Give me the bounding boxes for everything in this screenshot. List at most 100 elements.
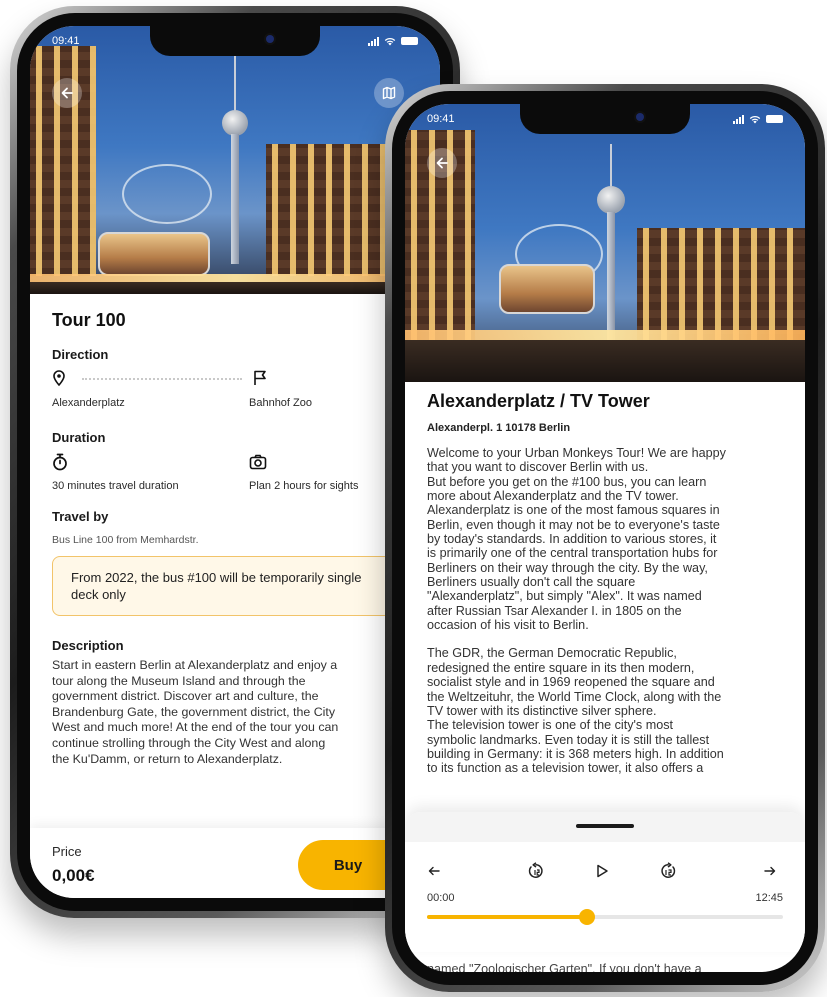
phone-right-screen: 09:41 Alexanderplatz / TV Tower Alexande… [405, 104, 805, 972]
back-arrow-icon [436, 157, 448, 169]
description-line: the Ku'Damm, or return to Alexanderplatz… [52, 751, 283, 766]
paragraph-line: socialist style and in 1969 reopened the… [427, 675, 715, 690]
paragraph-line: Alexanderplatz is one of the most famous… [427, 503, 720, 518]
next-stop-button[interactable] [759, 860, 781, 882]
tower-sphere [597, 186, 625, 214]
paragraph-line: building in Germany: it is 368 meters hi… [427, 746, 724, 761]
description-line: West and much more! At the end of the to… [52, 720, 339, 735]
tower-antenna [234, 56, 236, 116]
direction-to: Bahnhof Zoo [249, 397, 312, 409]
status-time: 09:41 [52, 35, 80, 47]
route-dotted-line [82, 378, 242, 380]
description-label: Description [52, 638, 124, 653]
location-pin-icon [53, 370, 65, 386]
tour-details: Tour 100 Direction Alexanderplatz Bahnho… [30, 310, 440, 767]
paragraph-line: "Alexanderplatz", but simply "Alex". It … [427, 589, 702, 604]
hidden-text-line: named "Zoologischer Garten". If you don'… [427, 962, 702, 972]
paragraph-line: to its function as a television tower, i… [427, 761, 704, 776]
phone-right: 09:41 Alexanderplatz / TV Tower Alexande… [385, 84, 825, 992]
battery-icon [401, 37, 418, 45]
status-icons [733, 114, 783, 124]
duration-sights: Plan 2 hours for sights [249, 480, 359, 492]
paragraph-line: by today's standards. In addition to var… [427, 532, 717, 547]
front-camera [636, 113, 644, 121]
paragraph-line: the Weltzeituhr, the World Time Clock, a… [427, 689, 722, 704]
buy-button-label: Buy [333, 856, 363, 874]
duration-travel: 30 minutes travel duration [52, 480, 179, 492]
back-button[interactable] [52, 78, 82, 108]
hero-image [30, 26, 440, 294]
description-line: government district. Discover art and cu… [52, 689, 319, 704]
signal-icon [368, 36, 379, 46]
paragraph-line: Berlin, even though it may not be to eve… [427, 517, 720, 532]
back-button[interactable] [427, 148, 457, 178]
paragraph-line: TV tower with its distinctive silver sph… [427, 703, 657, 718]
wifi-icon [749, 115, 761, 123]
street-lights [405, 330, 805, 340]
ground [30, 282, 440, 294]
tower-shaft [231, 134, 239, 264]
notch [520, 104, 690, 134]
progress-knob[interactable] [579, 909, 596, 925]
forward-button[interactable] [657, 860, 679, 882]
status-time: 09:41 [427, 113, 455, 125]
duration-row: 30 minutes travel duration Plan 2 hours … [52, 453, 418, 497]
notch [150, 26, 320, 56]
description-line: continue strolling through the City West… [52, 735, 326, 750]
paragraph-line: more about Alexanderplatz and the TV tow… [427, 489, 679, 504]
map-button[interactable] [374, 78, 404, 108]
play-icon [597, 864, 608, 878]
description-line: Brandenburg Gate, the government distric… [52, 704, 336, 719]
paragraph-line: Welcome to your Urban Monkeys Tour! We a… [427, 446, 726, 460]
travel-by-value: Bus Line 100 from Memhardstr. [52, 534, 199, 546]
flag-icon [254, 370, 266, 385]
tour-title: Tour 100 [52, 310, 126, 330]
description-text: Start in eastern Berlin at Alexanderplat… [52, 658, 418, 767]
audio-player: 00:00 12:45 [405, 812, 805, 952]
street-lights [30, 274, 440, 282]
price-label: Price [52, 844, 82, 859]
elapsed-time: 00:00 [427, 892, 455, 904]
camera-icon [249, 454, 267, 470]
paragraph-line: The GDR, the German Democratic Republic, [427, 646, 677, 661]
back-arrow-icon [61, 87, 73, 99]
purchase-footer: Price 0,00€ Buy [30, 828, 440, 898]
ground [405, 340, 805, 382]
battery-icon [766, 115, 783, 123]
paragraph-line: occasion of his visit to Berlin. [427, 618, 589, 633]
direction-label: Direction [52, 347, 109, 362]
stop-paragraph-2: The GDR, the German Democratic Republic,… [427, 646, 783, 775]
previous-stop-button[interactable] [423, 860, 445, 882]
phone-left-screen: 09:41 Tour 100 Direction Alexanderplatz … [30, 26, 440, 898]
paragraph-line: after Russian Tsar Alexander I. in 1805 … [427, 603, 682, 618]
front-camera [266, 35, 274, 43]
stopwatch-icon [53, 453, 67, 471]
progress-fill [427, 915, 588, 919]
play-button[interactable] [591, 860, 613, 882]
arrow-right-icon [764, 866, 776, 876]
stop-paragraph-1: Welcome to your Urban Monkeys Tour! We a… [427, 446, 783, 632]
hero-image [405, 104, 805, 382]
paragraph-line: The television tower is one of the city'… [427, 718, 673, 733]
travel-by-label: Travel by [52, 509, 109, 524]
player-drag-handle[interactable] [576, 824, 634, 828]
signal-icon [733, 114, 744, 124]
paragraph-line: But before you get on the #100 bus, you … [427, 474, 707, 489]
description-line: tour along the Museum Island and through… [52, 673, 306, 688]
paragraph-line: symbolic landmarks. Even today it is sti… [427, 732, 710, 747]
description-line: Start in eastern Berlin at Alexanderplat… [52, 658, 338, 672]
stop-title: Alexanderplatz / TV Tower [427, 391, 650, 411]
rewind-icon [528, 862, 543, 878]
bus-notice-text: From 2022, the bus #100 will be temporar… [71, 570, 362, 602]
bus-notice: From 2022, the bus #100 will be temporar… [52, 556, 392, 616]
stop-address: Alexanderpl. 1 10178 Berlin [427, 422, 571, 434]
price-value: 0,00€ [52, 866, 95, 885]
progress-track[interactable] [427, 909, 783, 925]
status-icons [368, 36, 418, 46]
rewind-button[interactable] [525, 860, 547, 882]
world-clock-ring [122, 164, 212, 224]
paragraph-line: is primarily one of the central transpor… [427, 546, 718, 561]
paragraph-line: redesigned the entire square in its then… [427, 660, 695, 675]
arrow-left-icon [428, 866, 440, 876]
world-clock [499, 264, 595, 314]
